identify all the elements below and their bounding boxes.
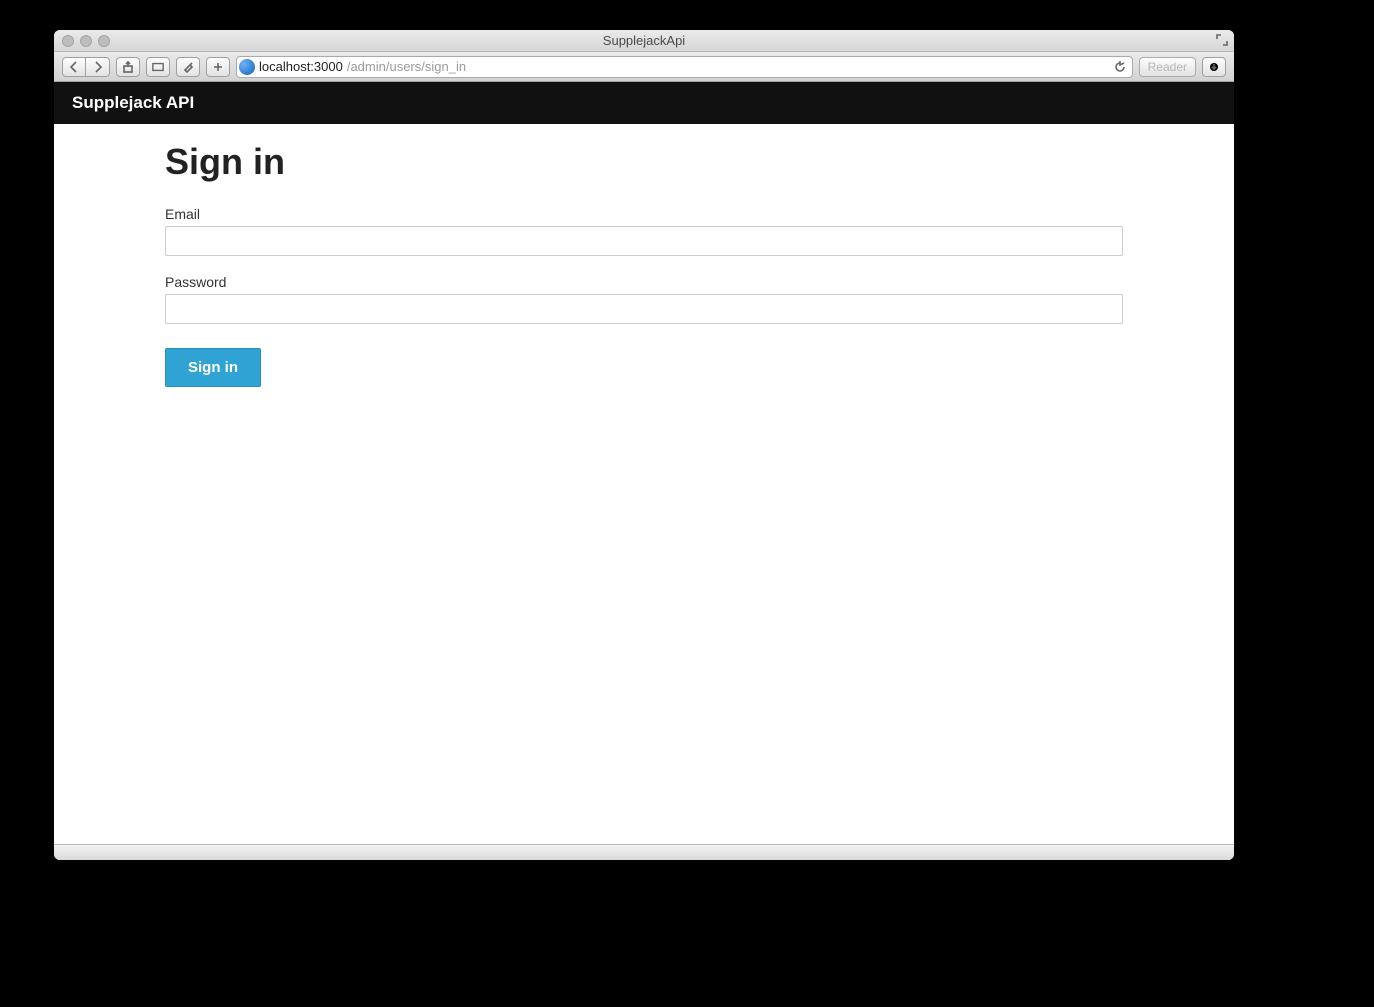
browser-toolbar: localhost:3000/admin/users/sign_in Reade… xyxy=(54,52,1234,82)
password-label: Password xyxy=(165,274,1123,290)
share-button[interactable] xyxy=(116,57,140,77)
email-label: Email xyxy=(165,206,1123,222)
signin-form: Email Password Sign in xyxy=(165,206,1123,387)
nav-button-group xyxy=(62,57,110,77)
zoom-window-button[interactable] xyxy=(98,35,110,47)
page-viewport: Supplejack API Sign in Email Password Si… xyxy=(54,82,1234,844)
email-input[interactable] xyxy=(165,226,1123,256)
reload-button[interactable] xyxy=(1112,59,1128,75)
app-navbar: Supplejack API xyxy=(54,82,1234,124)
favicon-icon xyxy=(239,59,255,75)
main-container: Sign in Email Password Sign in xyxy=(161,142,1127,387)
traffic-lights xyxy=(62,35,110,47)
forward-button[interactable] xyxy=(86,57,110,77)
reader-button[interactable]: Reader xyxy=(1139,57,1196,77)
window-statusbar xyxy=(54,844,1234,860)
url-host: localhost:3000 xyxy=(259,59,343,74)
downloads-button[interactable] xyxy=(1202,57,1226,77)
back-button[interactable] xyxy=(62,57,86,77)
password-input[interactable] xyxy=(165,294,1123,324)
signin-button[interactable]: Sign in xyxy=(165,348,261,387)
page-heading: Sign in xyxy=(165,142,1123,182)
fullscreen-icon[interactable] xyxy=(1216,34,1228,46)
new-tab-button[interactable] xyxy=(206,57,230,77)
close-window-button[interactable] xyxy=(62,35,74,47)
prefs-button[interactable] xyxy=(176,57,200,77)
url-path: /admin/users/sign_in xyxy=(347,59,466,74)
password-group: Password xyxy=(165,274,1123,324)
browser-window: SupplejackApi localhost:3000/a xyxy=(54,30,1234,860)
minimize-window-button[interactable] xyxy=(80,35,92,47)
address-bar[interactable]: localhost:3000/admin/users/sign_in xyxy=(236,56,1133,78)
window-title: SupplejackApi xyxy=(54,33,1234,48)
email-group: Email xyxy=(165,206,1123,256)
tabs-button[interactable] xyxy=(146,57,170,77)
brand[interactable]: Supplejack API xyxy=(72,93,194,113)
reader-label: Reader xyxy=(1148,60,1187,74)
window-titlebar: SupplejackApi xyxy=(54,30,1234,52)
